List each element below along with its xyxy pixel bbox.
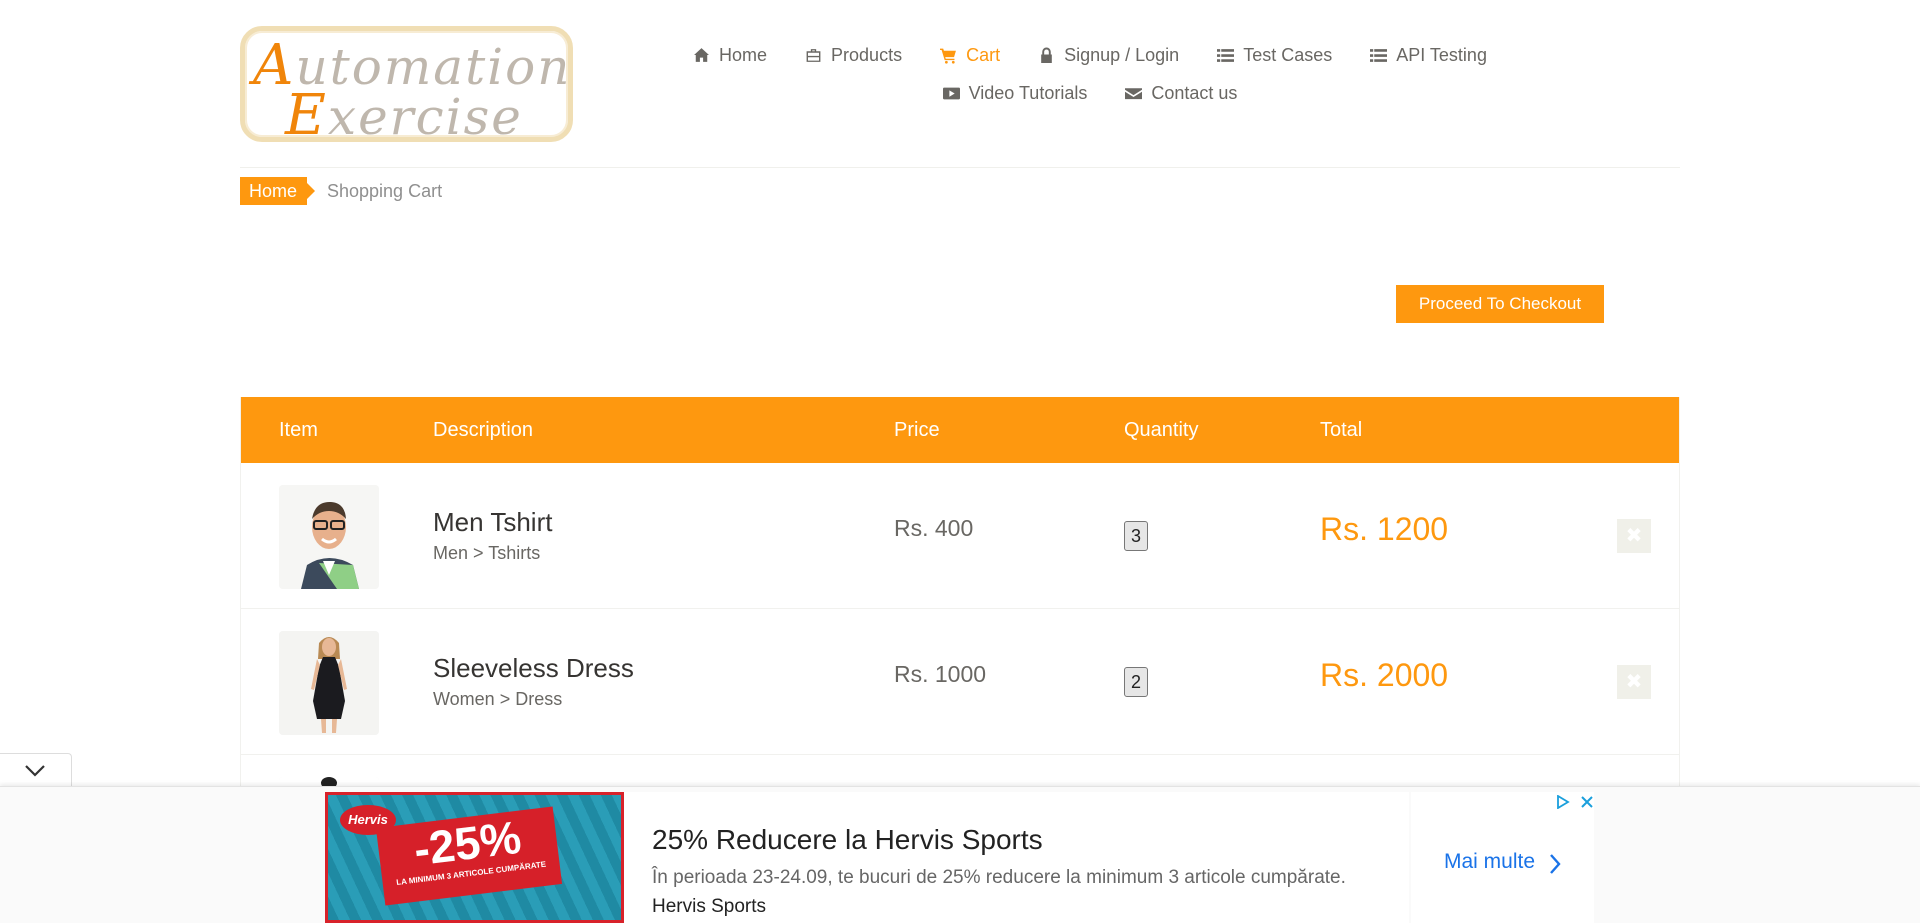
nav-video-tutorials[interactable]: Video Tutorials <box>942 82 1088 104</box>
home-icon <box>694 47 709 62</box>
table-row <box>241 755 1679 786</box>
ad-choices <box>1556 795 1594 809</box>
ad-more-button[interactable]: Mai multe <box>1411 792 1594 923</box>
youtube-icon <box>942 87 960 99</box>
ad-content[interactable]: 25% Reducere la Hervis Sports În perioad… <box>624 792 1409 923</box>
close-ad-icon[interactable] <box>1580 795 1594 809</box>
nav-video-tutorials-label: Video Tutorials <box>968 82 1088 103</box>
nav-products-label: Products <box>831 44 903 65</box>
breadcrumb-home[interactable]: Home <box>240 177 316 205</box>
column-item: Item <box>279 419 318 441</box>
cart-icon <box>940 48 957 64</box>
ad-title: 25% Reducere la Hervis Sports <box>652 824 1043 855</box>
product-image[interactable] <box>279 485 379 589</box>
nav-cart[interactable]: Cart <box>940 45 1000 66</box>
product-total: Rs. 2000 <box>1320 657 1449 693</box>
ad-image[interactable]: Hervis -25% LA MINIMUM 3 ARTICOLE CUMPĂR… <box>325 792 624 923</box>
product-name-link[interactable]: Sleeveless Dress <box>433 653 634 684</box>
close-icon: ✖ <box>1625 525 1643 547</box>
ad-source: Hervis Sports <box>652 896 767 917</box>
nav-home[interactable]: Home <box>693 45 767 66</box>
adchoices-icon[interactable] <box>1556 795 1570 809</box>
nav-api-testing-label: API Testing <box>1396 44 1487 65</box>
nav-signup-login-label: Signup / Login <box>1064 44 1180 65</box>
cart-table-header: Item Description Price Quantity Total <box>241 397 1679 463</box>
list-icon <box>1217 48 1235 62</box>
nav-contact-us-label: Contact us <box>1151 82 1238 103</box>
site-logo[interactable]: Automation Exercise <box>240 26 573 148</box>
table-row: Sleeveless Dress Women > Dress Rs. 1000 … <box>241 609 1679 755</box>
envelope-icon <box>1125 87 1143 99</box>
product-total: Rs. 1200 <box>1320 511 1449 547</box>
close-icon: ✖ <box>1625 671 1643 693</box>
column-description: Description <box>433 419 534 441</box>
column-quantity: Quantity <box>1124 419 1199 441</box>
delete-item-button[interactable]: ✖ <box>1617 665 1651 699</box>
table-row: Men Tshirt Men > Tshirts Rs. 400 3 Rs. 1… <box>241 463 1679 609</box>
ad-more-label: Mai multe <box>1444 850 1536 873</box>
list-icon <box>1370 48 1388 62</box>
ad-discount-banner: -25% LA MINIMUM 3 ARTICOLE CUMPĂRATE <box>375 806 563 906</box>
column-price: Price <box>894 419 940 441</box>
main-nav: Home Products Cart Signup / Login Test C… <box>640 36 1540 112</box>
nav-home-label: Home <box>719 44 768 65</box>
cart-table: Item Description Price Quantity Total Me… <box>240 397 1680 787</box>
nav-test-cases-label: Test Cases <box>1243 44 1333 65</box>
delete-item-button[interactable]: ✖ <box>1617 519 1651 553</box>
ad-collapse-toggle[interactable] <box>0 753 72 787</box>
nav-test-cases[interactable]: Test Cases <box>1217 45 1332 66</box>
nav-cart-label: Cart <box>966 44 1001 65</box>
nav-signup-login[interactable]: Signup / Login <box>1038 45 1179 66</box>
product-image[interactable] <box>279 631 379 735</box>
product-name-link[interactable]: Men Tshirt <box>433 507 552 538</box>
product-price: Rs. 400 <box>894 515 974 541</box>
chevron-down-icon <box>25 765 45 777</box>
column-total: Total <box>1320 419 1363 441</box>
product-quantity: 2 <box>1124 667 1148 697</box>
nav-products[interactable]: Products <box>805 45 902 66</box>
nav-api-testing[interactable]: API Testing <box>1370 45 1487 66</box>
breadcrumb-current: Shopping Cart <box>327 181 443 201</box>
ad-description: În perioada 23-24.09, te bucuri de 25% r… <box>652 867 1346 888</box>
briefcase-icon <box>806 48 821 62</box>
product-price: Rs. 1000 <box>894 661 987 687</box>
lock-icon <box>1041 47 1052 63</box>
nav-contact-us[interactable]: Contact us <box>1125 83 1237 104</box>
proceed-to-checkout-button[interactable]: Proceed To Checkout <box>1396 285 1604 323</box>
header-divider <box>240 167 1680 168</box>
product-quantity: 3 <box>1124 521 1148 551</box>
product-category: Men > Tshirts <box>433 543 541 563</box>
logo-line-2: Exercise <box>285 83 523 148</box>
chevron-right-icon <box>1550 854 1561 874</box>
product-category: Women > Dress <box>433 689 563 709</box>
